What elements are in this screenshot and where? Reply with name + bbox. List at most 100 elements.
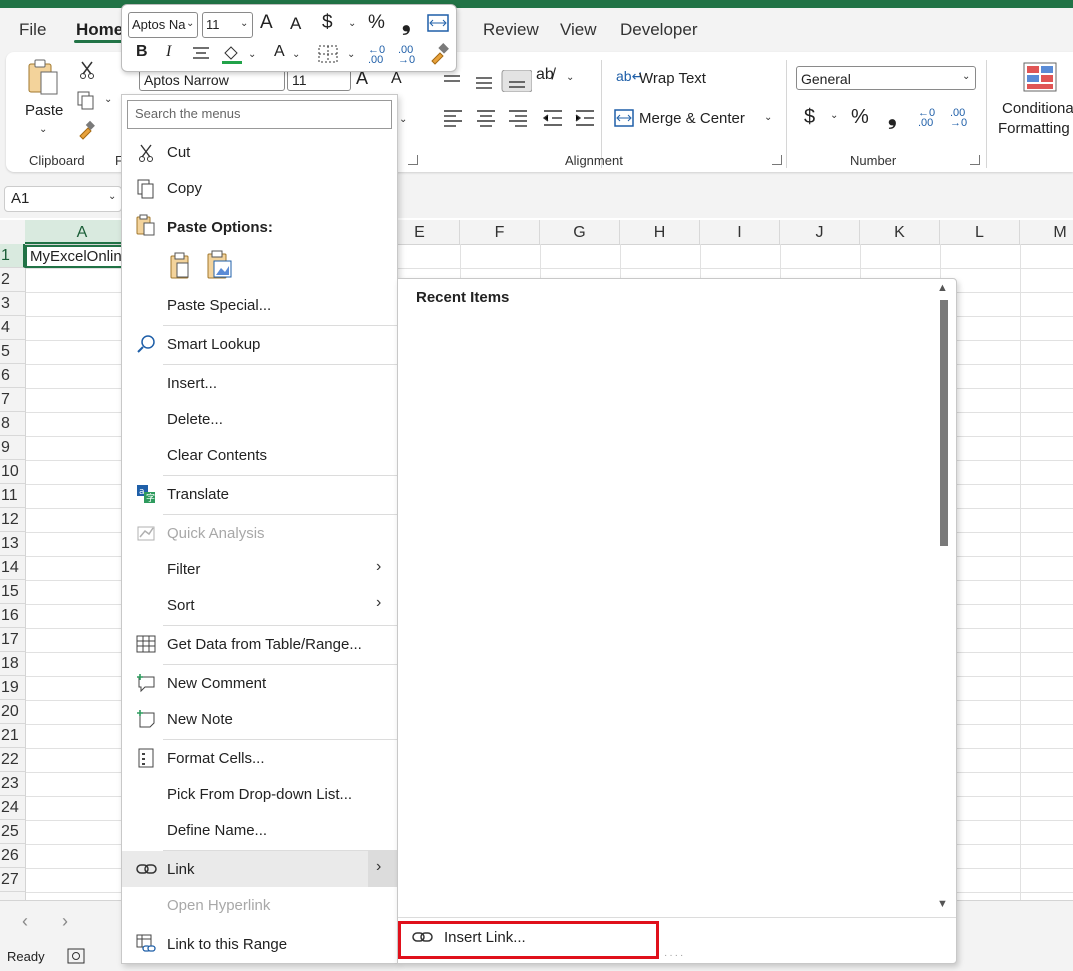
row-header-21[interactable]: 21 [0, 724, 25, 748]
paste-picture-icon[interactable] [205, 250, 235, 280]
menu-item-copy[interactable]: Copy [167, 180, 202, 197]
column-header-l[interactable]: L [940, 220, 1020, 244]
mini-fill-color-icon[interactable] [221, 43, 243, 65]
mini-format-painter-icon[interactable] [428, 43, 450, 65]
row-header-10[interactable]: 10 [0, 460, 25, 484]
orientation-icon[interactable]: ab̸ [536, 66, 554, 84]
column-header-i[interactable]: I [700, 220, 780, 244]
tab-home[interactable]: Home [76, 20, 123, 40]
cell-a1[interactable]: MyExcelOnline [25, 245, 125, 268]
mini-font-color-dropdown-icon[interactable]: ⌄ [292, 49, 300, 60]
mini-fill-color-dropdown-icon[interactable]: ⌄ [248, 49, 256, 60]
column-header-g[interactable]: G [540, 220, 620, 244]
mini-comma-button[interactable]: ❟ [402, 10, 411, 36]
prev-sheet-icon[interactable]: ‹ [22, 911, 28, 932]
copy-icon[interactable] [76, 90, 96, 110]
mini-accounting-dropdown-icon[interactable]: ⌄ [348, 18, 356, 29]
row-header-17[interactable]: 17 [0, 628, 25, 652]
row-header-8[interactable]: 8 [0, 412, 25, 436]
decrease-font-icon[interactable]: A [391, 70, 402, 88]
row-header-18[interactable]: 18 [0, 652, 25, 676]
row-header-1[interactable]: 1 [0, 244, 25, 268]
menu-item-paste-special[interactable]: Paste Special... [167, 297, 271, 314]
row-header-26[interactable]: 26 [0, 844, 25, 868]
row-header-25[interactable]: 25 [0, 820, 25, 844]
font-more-dropdown-icon[interactable]: ⌄ [399, 114, 407, 125]
column-header-f[interactable]: F [460, 220, 540, 244]
cut-icon[interactable] [78, 60, 96, 80]
accessibility-icon[interactable] [67, 948, 85, 964]
accounting-dropdown-icon[interactable]: ⌄ [830, 110, 838, 121]
tab-review[interactable]: Review [483, 20, 539, 40]
mini-align-center-icon[interactable] [192, 45, 210, 63]
mini-increase-decimal-icon[interactable]: ←0.00 [368, 45, 385, 66]
menu-item-clear-contents[interactable]: Clear Contents [167, 447, 267, 464]
menu-search-input[interactable]: Search the menus [127, 100, 392, 129]
percent-format-button[interactable]: % [851, 106, 869, 129]
menu-item-sort[interactable]: Sort [167, 597, 195, 614]
name-box-dropdown-icon[interactable]: ⌄ [108, 191, 116, 202]
select-all-corner[interactable] [0, 220, 26, 244]
row-header-3[interactable]: 3 [0, 292, 25, 316]
copy-dropdown-icon[interactable]: ⌄ [104, 94, 112, 105]
menu-item-filter[interactable]: Filter [167, 561, 200, 578]
menu-item-insert[interactable]: Insert... [167, 375, 217, 392]
row-header-24[interactable]: 24 [0, 796, 25, 820]
paste-dropdown-icon[interactable]: ⌄ [39, 124, 47, 135]
row-header-14[interactable]: 14 [0, 556, 25, 580]
scroll-down-icon[interactable]: ▼ [937, 898, 948, 910]
link-submenu-arrow-icon[interactable]: › [376, 858, 381, 876]
row-header-9[interactable]: 9 [0, 436, 25, 460]
mini-percent-button[interactable]: % [368, 12, 385, 34]
number-format-select[interactable]: General [796, 66, 976, 90]
row-header-16[interactable]: 16 [0, 604, 25, 628]
row-header-7[interactable]: 7 [0, 388, 25, 412]
next-sheet-icon[interactable]: › [62, 911, 68, 932]
merge-center-icon[interactable] [614, 108, 634, 128]
mini-accounting-button[interactable]: $ [322, 12, 333, 34]
row-header-13[interactable]: 13 [0, 532, 25, 556]
menu-item-get-data[interactable]: Get Data from Table/Range... [167, 636, 362, 653]
format-painter-icon[interactable] [76, 120, 96, 140]
menu-item-cut[interactable]: Cut [167, 144, 190, 161]
row-header-11[interactable]: 11 [0, 484, 25, 508]
orientation-dropdown-icon[interactable]: ⌄ [566, 72, 574, 83]
mini-borders-icon[interactable] [318, 45, 338, 63]
row-header-2[interactable]: 2 [0, 268, 25, 292]
wrap-text-button[interactable]: Wrap Text [639, 70, 706, 87]
row-header-15[interactable]: 15 [0, 580, 25, 604]
scroll-up-icon[interactable]: ▲ [937, 282, 948, 294]
row-header-4[interactable]: 4 [0, 316, 25, 340]
menu-item-new-comment[interactable]: New Comment [167, 675, 266, 692]
row-header-6[interactable]: 6 [0, 364, 25, 388]
column-header-h[interactable]: H [620, 220, 700, 244]
row-header-12[interactable]: 12 [0, 508, 25, 532]
accounting-format-button[interactable]: $ [804, 106, 815, 129]
row-header-27[interactable]: 27 [0, 868, 25, 892]
resize-grip-icon[interactable]: ···· [664, 950, 685, 961]
comma-style-button[interactable]: ❟ [888, 104, 897, 130]
column-header-k[interactable]: K [860, 220, 940, 244]
tab-file[interactable]: File [19, 20, 46, 40]
paste-default-icon[interactable] [167, 252, 193, 280]
menu-item-delete[interactable]: Delete... [167, 411, 223, 428]
mini-increase-font-icon[interactable]: A [260, 12, 273, 34]
conditional-formatting-icon[interactable] [1023, 62, 1057, 92]
mini-font-color-button[interactable]: A [274, 43, 285, 61]
menu-item-translate[interactable]: Translate [167, 486, 229, 503]
row-header-20[interactable]: 20 [0, 700, 25, 724]
menu-item-link[interactable]: Link [167, 861, 195, 878]
menu-item-format-cells[interactable]: Format Cells... [167, 750, 265, 767]
name-box[interactable]: A1 [4, 186, 122, 212]
increase-decimal-icon[interactable]: ←0.00 [918, 108, 935, 129]
tab-developer[interactable]: Developer [620, 20, 698, 40]
merge-center-button[interactable]: Merge & Center [639, 110, 745, 127]
mini-wrap-merge-icon[interactable] [427, 13, 449, 33]
menu-item-define-name[interactable]: Define Name... [167, 822, 267, 839]
decrease-decimal-icon[interactable]: .00 →0 [950, 108, 967, 129]
row-header-19[interactable]: 19 [0, 676, 25, 700]
paste-icon[interactable] [26, 58, 62, 98]
mini-italic-button[interactable]: I [166, 43, 171, 61]
column-header-m[interactable]: M [1020, 220, 1073, 244]
number-dialog-launcher-icon[interactable] [970, 155, 980, 165]
